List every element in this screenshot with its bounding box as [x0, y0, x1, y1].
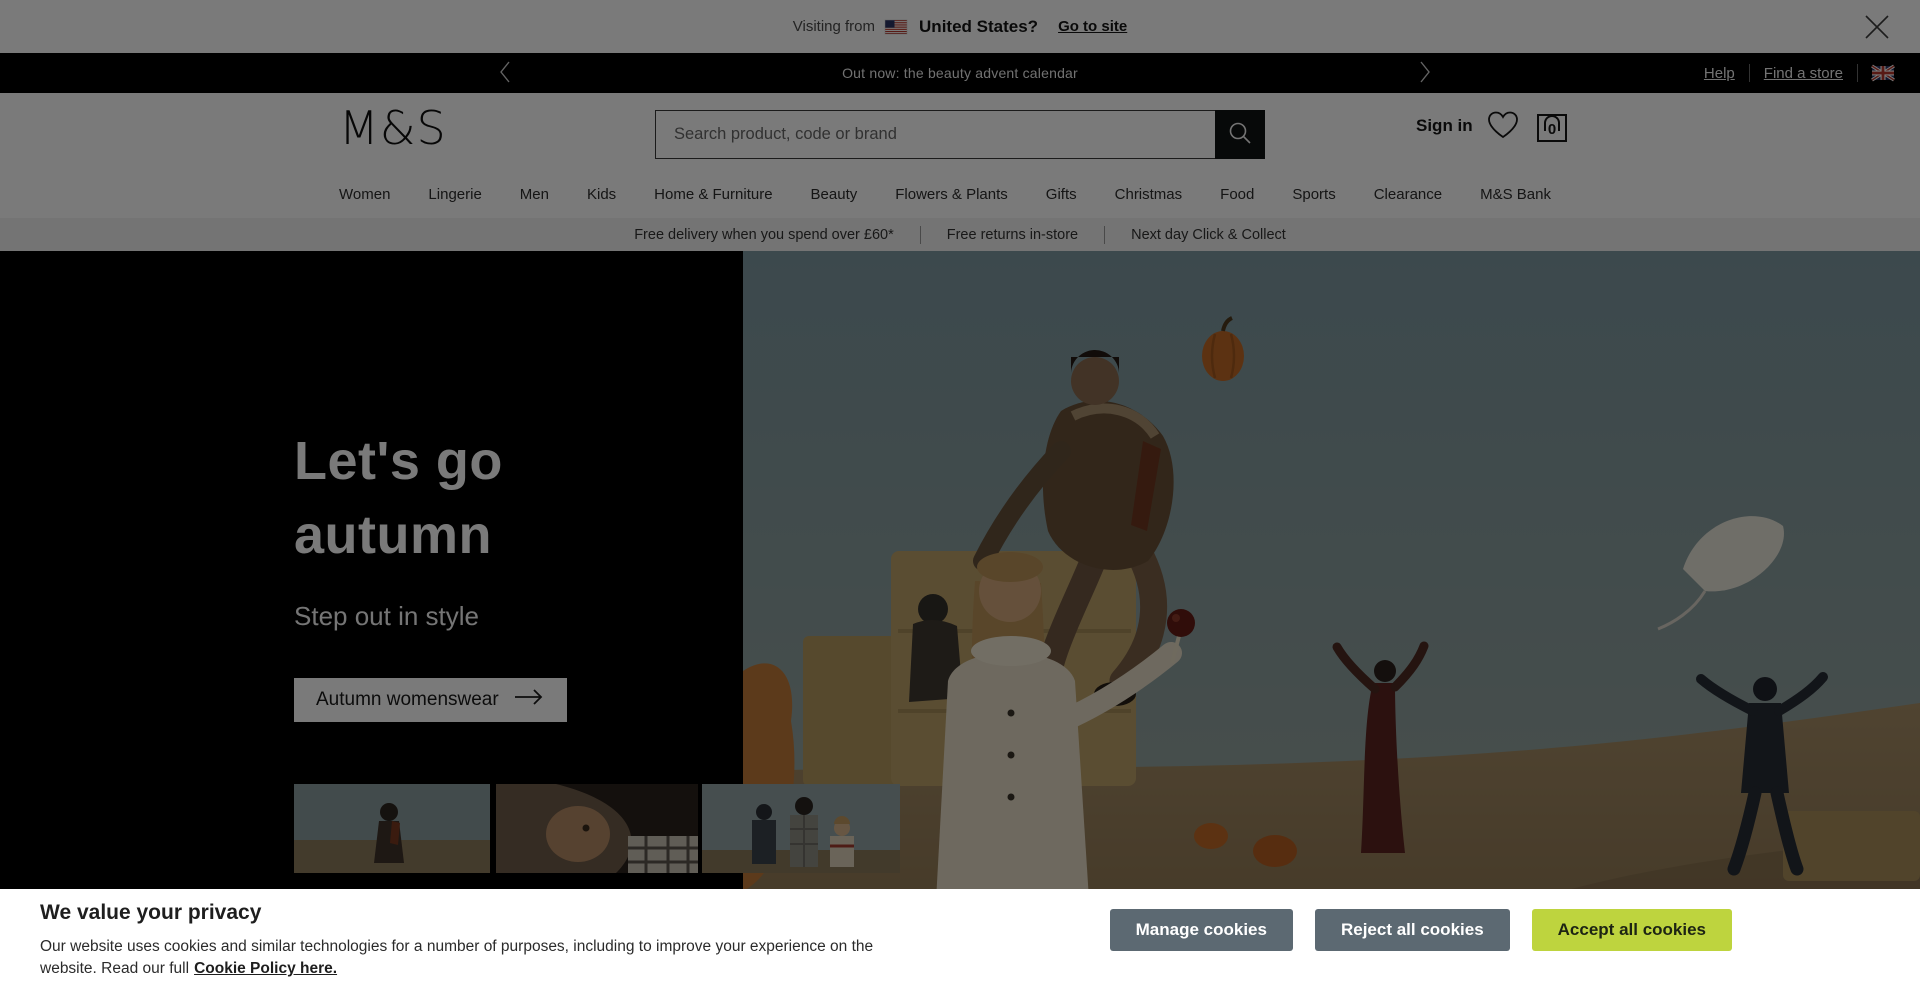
cookie-policy-link[interactable]: Cookie Policy here. [194, 960, 337, 977]
cookie-banner-body: Our website uses cookies and similar tec… [40, 936, 873, 980]
accept-all-cookies-button[interactable]: Accept all cookies [1532, 909, 1732, 951]
cookie-body-line1: Our website uses cookies and similar tec… [40, 938, 873, 955]
cookie-banner-title: We value your privacy [40, 901, 261, 925]
page: Visiting from United States? Go to site … [0, 0, 1920, 993]
cookie-actions: Manage cookies Reject all cookies Accept… [1110, 909, 1732, 951]
page-dim-overlay [0, 0, 1920, 993]
cookie-body-line2: website. Read our full [40, 960, 189, 977]
cookie-banner: We value your privacy Our website uses c… [0, 889, 1920, 993]
manage-cookies-button[interactable]: Manage cookies [1110, 909, 1293, 951]
reject-all-cookies-button[interactable]: Reject all cookies [1315, 909, 1510, 951]
